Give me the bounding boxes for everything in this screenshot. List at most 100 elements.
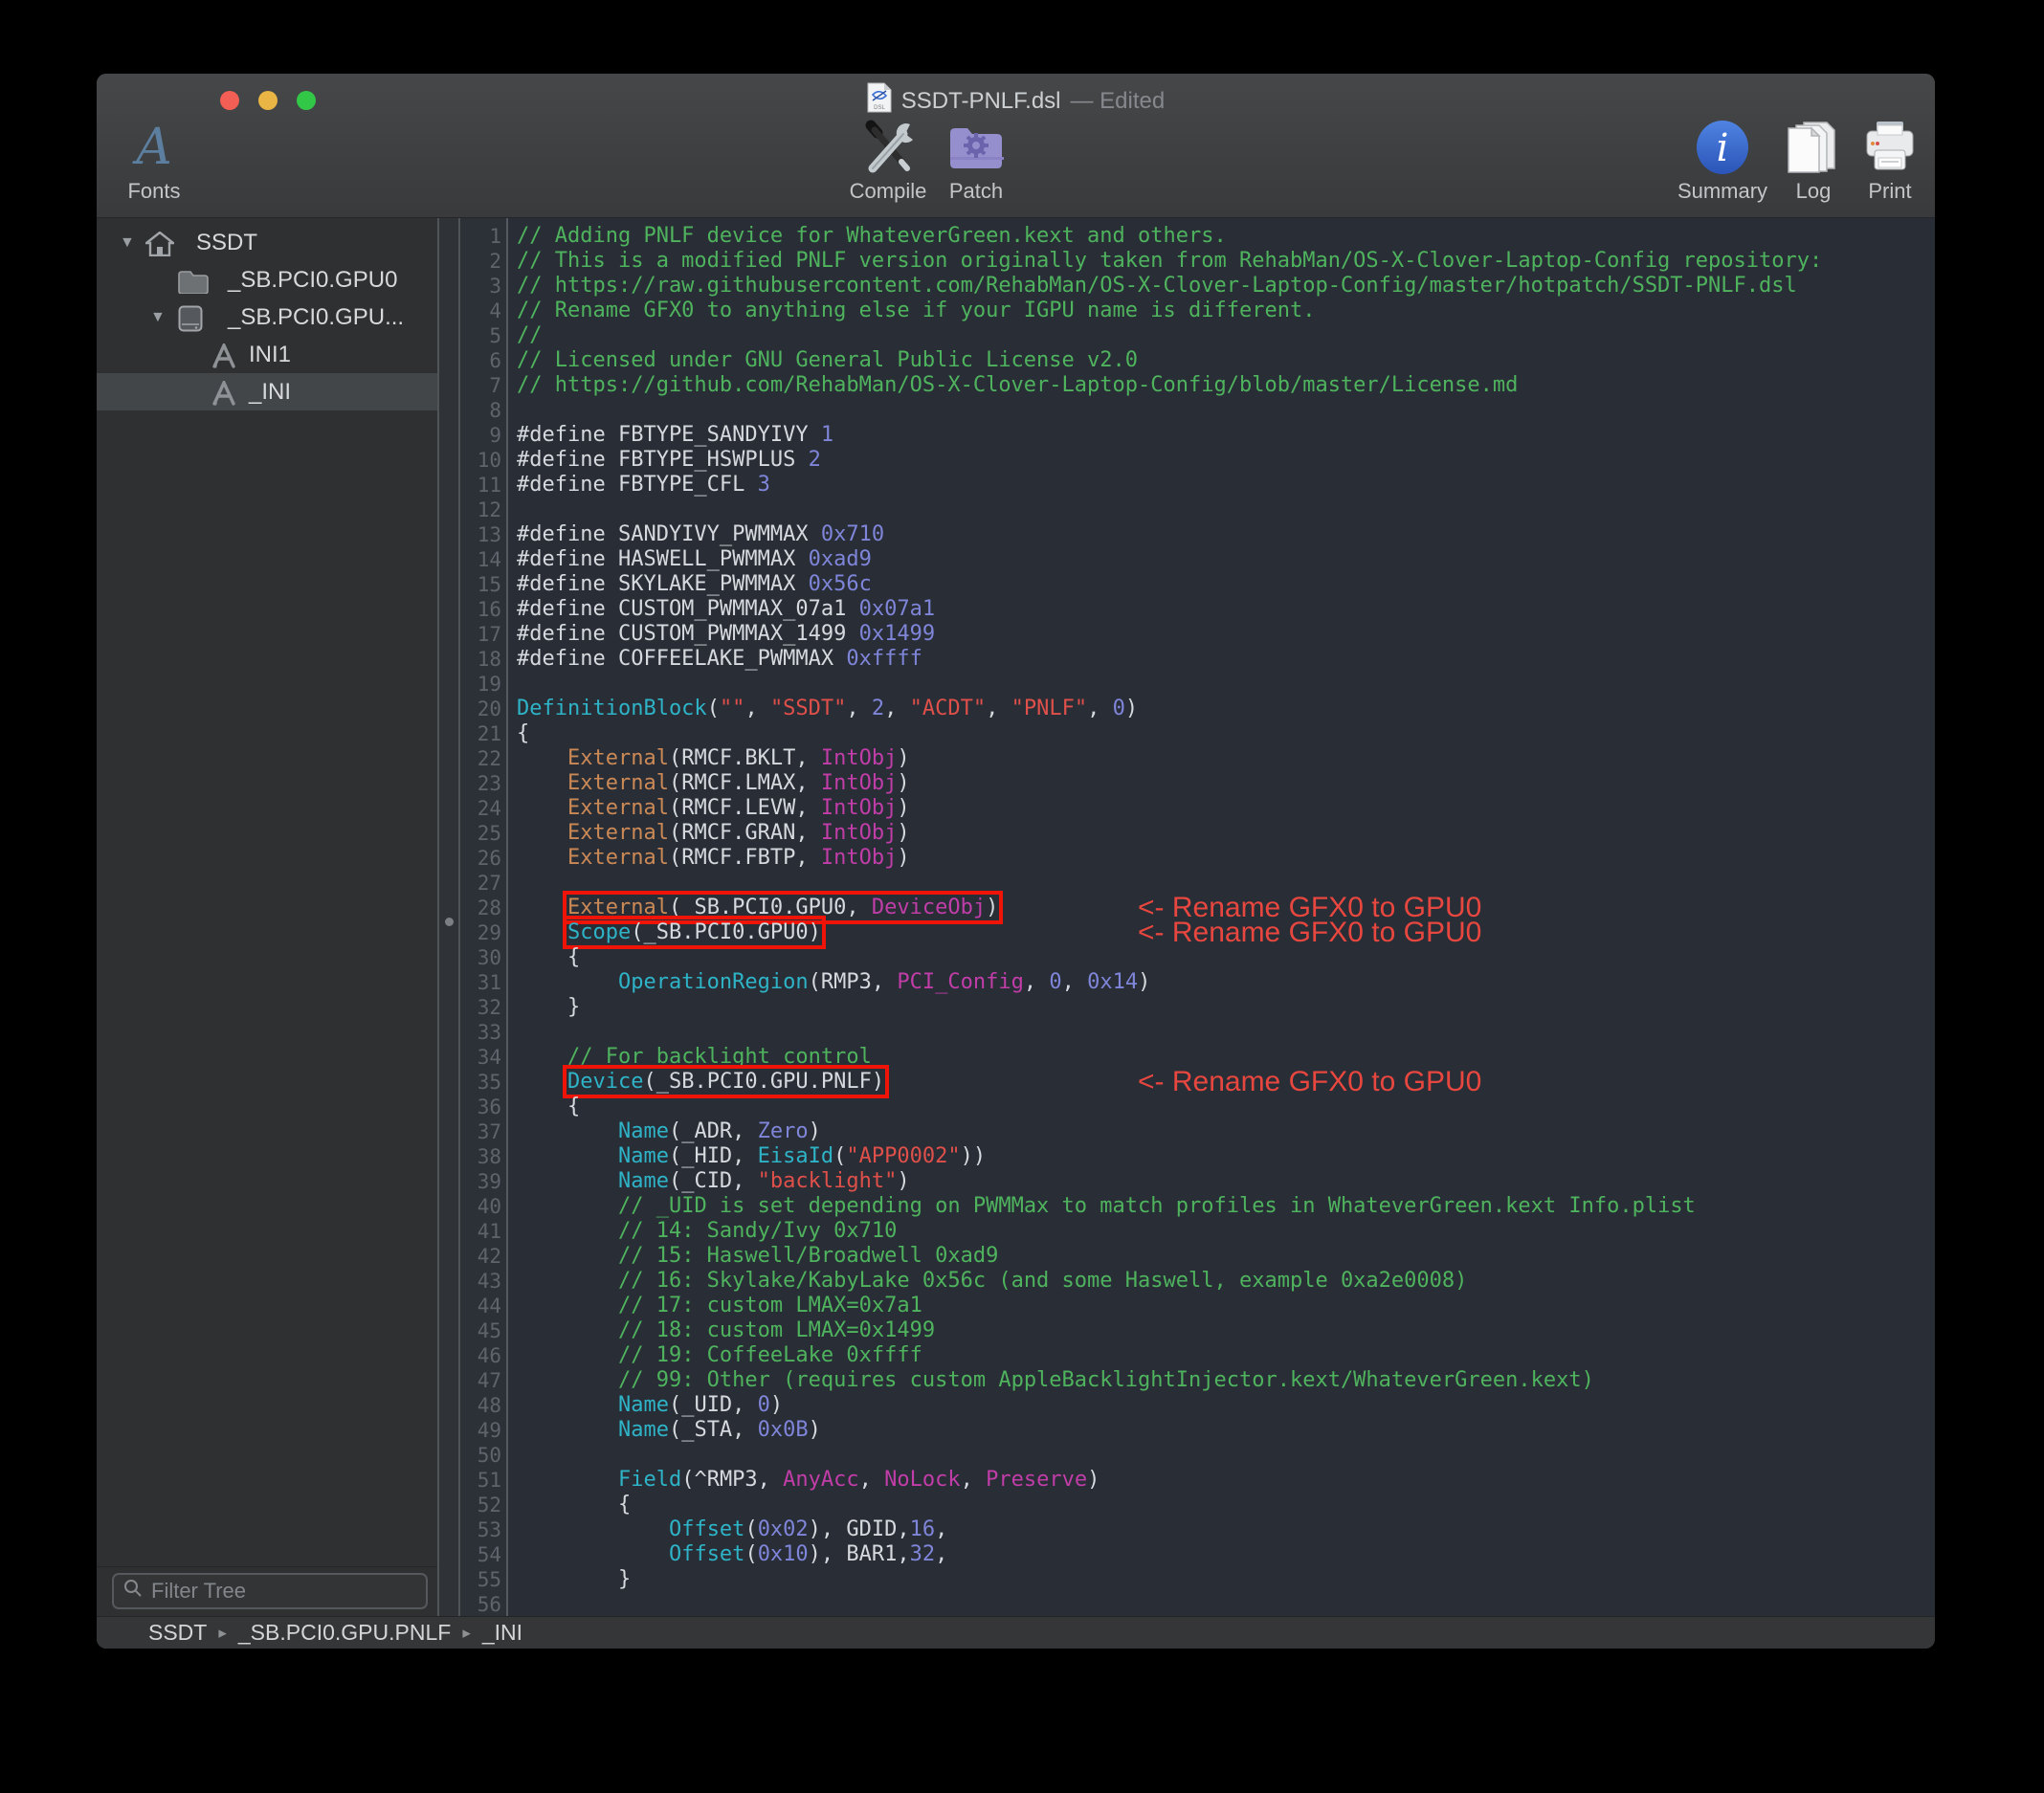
code-token: IntObj xyxy=(820,846,898,870)
code-line[interactable]: External(RMCF.BKLT, IntObj) xyxy=(517,746,1935,771)
code-line[interactable]: Device(_SB.PCI0.GPU.PNLF) <- Rename GFX0 … xyxy=(517,1065,1935,1098)
code-line[interactable]: // https://raw.githubusercontent.com/Reh… xyxy=(517,274,1935,299)
code-line[interactable]: Name(_STA, 0x0B) xyxy=(517,1418,1935,1443)
line-number: 19 xyxy=(477,673,501,696)
code-line[interactable] xyxy=(517,1020,1935,1045)
line-number: 7 xyxy=(489,374,501,397)
code-token: Offset xyxy=(668,1542,745,1566)
code-token: 0x10 xyxy=(757,1542,809,1566)
line-number: 38 xyxy=(477,1145,501,1168)
breadcrumb-item[interactable]: _INI xyxy=(482,1620,522,1646)
code-token: ), BAR1, xyxy=(808,1542,910,1566)
code-line[interactable]: DefinitionBlock("", "SSDT", 2, "ACDT", "… xyxy=(517,697,1935,721)
code-line[interactable]: External(RMCF.LEVW, IntObj) xyxy=(517,796,1935,821)
disclosure-triangle-icon[interactable]: ▼ xyxy=(120,224,135,261)
code-line[interactable]: // 14: Sandy/Ivy 0x710 xyxy=(517,1219,1935,1244)
code-line[interactable]: Name(_ADR, Zero) xyxy=(517,1119,1935,1144)
line-number: 18 xyxy=(477,648,501,671)
code-token: { xyxy=(567,1095,581,1118)
code-line[interactable]: { xyxy=(517,721,1935,746)
code-line[interactable]: Offset(0x10), BAR1,32, xyxy=(517,1542,1935,1567)
sidebar-item--ini[interactable]: _INI xyxy=(97,373,437,410)
code-line[interactable]: External(RMCF.GRAN, IntObj) xyxy=(517,821,1935,846)
code-line[interactable]: // 19: CoffeeLake 0xffff xyxy=(517,1343,1935,1368)
code-line[interactable] xyxy=(517,1443,1935,1468)
print-button[interactable]: Print xyxy=(1823,118,1935,204)
code-token: "APP0002" xyxy=(846,1144,961,1168)
line-number: 2 xyxy=(489,250,501,273)
code-line[interactable]: // 18: custom LMAX=0x1499 xyxy=(517,1318,1935,1343)
line-number: 26 xyxy=(477,847,501,870)
code-line[interactable] xyxy=(517,498,1935,522)
code-token: ) xyxy=(897,746,910,770)
code-line[interactable]: // 15: Haswell/Broadwell 0xad9 xyxy=(517,1244,1935,1269)
code-line[interactable]: #define CUSTOM_PWMMAX_1499 0x1499 xyxy=(517,622,1935,647)
code-line[interactable]: // This is a modified PNLF version origi… xyxy=(517,249,1935,274)
filter-tree-input[interactable]: Filter Tree xyxy=(112,1573,428,1609)
code-line[interactable]: // _UID is set depending on PWMMax to ma… xyxy=(517,1194,1935,1219)
code-line[interactable]: { xyxy=(517,1095,1935,1119)
code-line[interactable]: #define FBTYPE_HSWPLUS 2 xyxy=(517,448,1935,473)
code-line[interactable]: #define SKYLAKE_PWMMAX 0x56c xyxy=(517,572,1935,597)
code-token: (RMCF.GRAN, xyxy=(668,821,821,845)
line-number: 41 xyxy=(477,1220,501,1243)
code-line[interactable]: // 17: custom LMAX=0x7a1 xyxy=(517,1294,1935,1318)
code-line[interactable] xyxy=(517,398,1935,423)
code-line[interactable]: External(RMCF.LMAX, IntObj) xyxy=(517,771,1935,796)
disclosure-triangle-icon[interactable]: ▼ xyxy=(150,299,166,336)
code-line[interactable]: // 99: Other (requires custom AppleBackl… xyxy=(517,1368,1935,1393)
code-line[interactable]: // xyxy=(517,323,1935,348)
code-line[interactable]: } xyxy=(517,1567,1935,1592)
breadcrumb-item[interactable]: _SB.PCI0.GPU.PNLF xyxy=(238,1620,451,1646)
code-token: (RMCF.FBTP, xyxy=(668,846,821,870)
breadcrumb-item[interactable]: SSDT xyxy=(148,1620,207,1646)
code-line[interactable]: { xyxy=(517,945,1935,970)
code-token: IntObj xyxy=(820,771,898,795)
line-number: 42 xyxy=(477,1245,501,1268)
code-line[interactable]: #define FBTYPE_SANDYIVY 1 xyxy=(517,423,1935,448)
code-line[interactable]: // https://github.com/RehabMan/OS-X-Clov… xyxy=(517,373,1935,398)
code-line[interactable]: // Rename GFX0 to anything else if your … xyxy=(517,299,1935,323)
code-line[interactable]: Name(_HID, EisaId("APP0002")) xyxy=(517,1144,1935,1169)
patch-button[interactable]: Patch xyxy=(909,118,1043,204)
code-line[interactable]: Name(_CID, "backlight") xyxy=(517,1169,1935,1194)
sidebar-item-ini1[interactable]: INI1 xyxy=(97,336,437,373)
code-line[interactable]: Name(_UID, 0) xyxy=(517,1393,1935,1418)
code-line[interactable]: } xyxy=(517,995,1935,1020)
code-line[interactable]: #define SANDYIVY_PWMMAX 0x710 xyxy=(517,522,1935,547)
code-line[interactable] xyxy=(517,672,1935,697)
code-line[interactable]: #define HASWELL_PWMMAX 0xad9 xyxy=(517,547,1935,572)
rename-highlight-box: Device(_SB.PCI0.GPU.PNLF) xyxy=(562,1065,890,1098)
code-line[interactable]: { xyxy=(517,1493,1935,1517)
sidebar-item-ssdt[interactable]: ▼ SSDT xyxy=(97,224,437,261)
code-line[interactable]: External(RMCF.FBTP, IntObj) xyxy=(517,846,1935,871)
rename-annotation: <- Rename GFX0 to GPU0 xyxy=(1138,917,1482,948)
fonts-button[interactable]: A Fonts xyxy=(97,118,221,204)
code-line[interactable]: // Licensed under GNU General Public Lic… xyxy=(517,348,1935,373)
rename-annotation: <- Rename GFX0 to GPU0 xyxy=(1138,1066,1482,1097)
sidebar-item--sb-pci0-gpu0[interactable]: _SB.PCI0.GPU0 xyxy=(97,261,437,299)
code-token: ) xyxy=(897,771,910,795)
line-number: 3 xyxy=(489,275,501,298)
code-line[interactable]: // 16: Skylake/KabyLake 0x56c (and some … xyxy=(517,1269,1935,1294)
code-line[interactable]: OperationRegion(RMP3, PCI_Config, 0, 0x1… xyxy=(517,970,1935,995)
sidebar-tree: ▼ SSDT _SB.PCI0.GPU0 ▼ _SB.PCI0.GPU... INI1 _I… xyxy=(97,224,437,410)
code-line[interactable]: Offset(0x02), GDID,16, xyxy=(517,1517,1935,1542)
code-line[interactable]: #define COFFEELAKE_PWMMAX 0xffff xyxy=(517,647,1935,672)
code-token: { xyxy=(517,721,530,745)
sidebar-item--sb-pci0-gpu-[interactable]: ▼ _SB.PCI0.GPU... xyxy=(97,299,437,336)
search-icon xyxy=(123,1579,143,1604)
code-line[interactable] xyxy=(517,1592,1935,1616)
line-number: 13 xyxy=(477,523,501,546)
code-editor[interactable]: // Adding PNLF device for WhateverGreen.… xyxy=(508,218,1935,1616)
code-line[interactable]: Field(^RMP3, AnyAcc, NoLock, Preserve) xyxy=(517,1468,1935,1493)
code-line[interactable]: Scope(_SB.PCI0.GPU0) <- Rename GFX0 to GP… xyxy=(517,916,1935,949)
code-line[interactable]: #define FBTYPE_CFL 3 xyxy=(517,473,1935,498)
code-line[interactable]: // Adding PNLF device for WhateverGreen.… xyxy=(517,224,1935,249)
code-token: #define SKYLAKE_PWMMAX xyxy=(517,572,809,596)
code-token: // Adding PNLF device for WhateverGreen.… xyxy=(517,224,1227,248)
code-line[interactable]: #define CUSTOM_PWMMAX_07a1 0x07a1 xyxy=(517,597,1935,622)
